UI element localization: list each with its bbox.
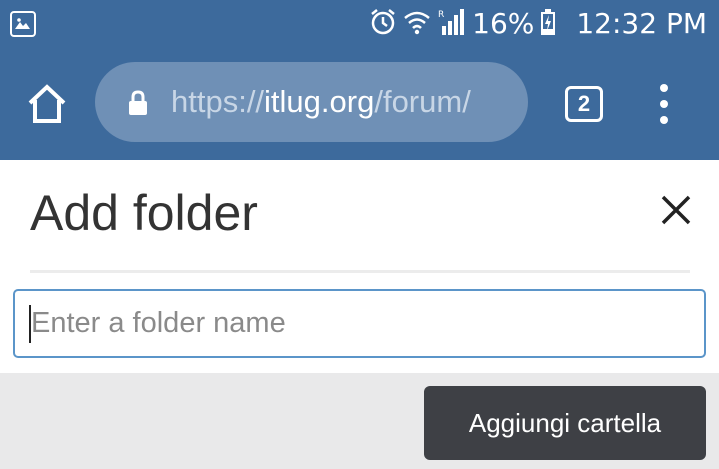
tab-switcher-button[interactable]: 2: [565, 86, 603, 122]
close-icon[interactable]: [656, 190, 696, 230]
battery-charging-icon: [540, 8, 556, 40]
browser-toolbar: https://itlug.org/forum/ 2: [0, 48, 719, 160]
svg-text:R: R: [438, 10, 444, 20]
address-bar[interactable]: https://itlug.org/forum/: [95, 62, 528, 142]
add-folder-button[interactable]: Aggiungi cartella: [424, 386, 706, 460]
gallery-icon: [10, 11, 36, 37]
url-domain: itlug.org: [264, 84, 375, 119]
signal-roaming-icon: R: [438, 8, 465, 40]
overflow-menu-icon[interactable]: [650, 84, 678, 124]
url-text: https://itlug.org/forum/: [171, 62, 471, 142]
status-bar: R 16% 12:32 PM: [0, 0, 719, 48]
text-caret: [29, 305, 31, 343]
input-container: [0, 273, 719, 373]
lock-icon: [127, 90, 149, 116]
wifi-icon: [404, 9, 430, 39]
home-icon[interactable]: [26, 83, 68, 125]
dialog-title: Add folder: [30, 185, 258, 241]
url-path: /forum/: [374, 84, 471, 119]
battery-percent: 16%: [472, 7, 535, 40]
alarm-icon: [370, 8, 396, 40]
dialog-header: Add folder: [0, 160, 719, 272]
clock: 12:32 PM: [576, 7, 707, 40]
folder-name-input[interactable]: [13, 289, 706, 358]
url-scheme: https://: [171, 84, 265, 119]
dialog-footer: Aggiungi cartella: [0, 373, 719, 469]
